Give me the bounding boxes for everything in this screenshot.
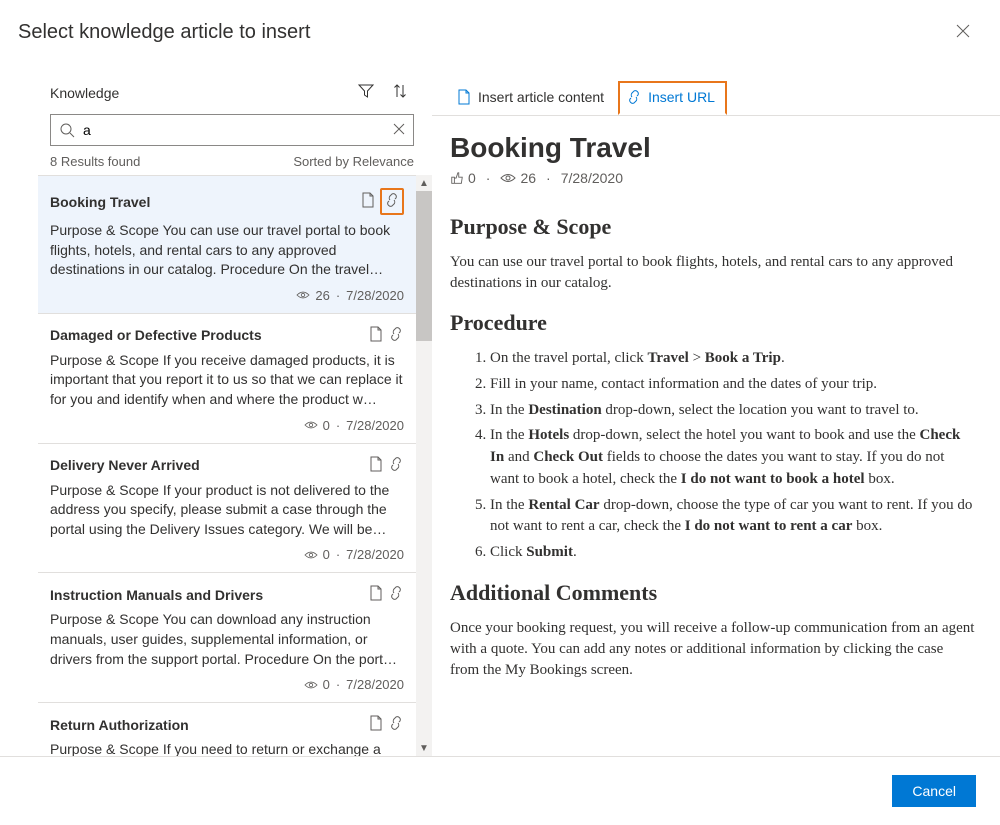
search-input[interactable] bbox=[83, 122, 385, 138]
article-preview: Booking Travel 0 · 26 · 7/28/2020 Purp bbox=[432, 116, 1000, 756]
scrollbar[interactable]: ▲ ▼ bbox=[416, 175, 432, 756]
results-list[interactable]: Booking Travel Purpose & Scope You can u… bbox=[38, 175, 416, 756]
insert-content-icon-button[interactable] bbox=[368, 326, 384, 345]
result-views: 0 bbox=[303, 547, 330, 562]
tab-insert-url[interactable]: Insert URL bbox=[618, 81, 727, 115]
section-purpose-heading: Purpose & Scope bbox=[450, 214, 976, 240]
insert-url-icon-button[interactable] bbox=[380, 188, 404, 215]
knowledge-tools bbox=[356, 81, 410, 104]
results-count: 8 Results found bbox=[50, 154, 140, 169]
preview-date: 7/28/2020 bbox=[561, 170, 623, 186]
filter-button[interactable] bbox=[356, 81, 376, 104]
insert-content-icon-button[interactable] bbox=[368, 715, 384, 734]
result-snippet: Purpose & Scope If your product is not d… bbox=[50, 481, 404, 540]
dialog-footer: Cancel bbox=[0, 757, 1000, 825]
search-icon bbox=[59, 122, 75, 138]
eye-icon bbox=[500, 171, 516, 185]
article-body: Purpose & Scope You can use our travel p… bbox=[450, 214, 976, 681]
insert-content-icon-button[interactable] bbox=[360, 192, 376, 211]
sort-button[interactable] bbox=[390, 81, 410, 104]
knowledge-heading: Knowledge bbox=[50, 85, 119, 101]
result-title: Delivery Never Arrived bbox=[50, 457, 200, 473]
result-snippet: Purpose & Scope You can download any ins… bbox=[50, 610, 404, 669]
procedure-steps: On the travel portal, click Travel > Boo… bbox=[450, 348, 976, 564]
search-box[interactable] bbox=[50, 114, 414, 146]
result-title: Instruction Manuals and Drivers bbox=[50, 587, 263, 603]
result-date: 7/28/2020 bbox=[346, 418, 404, 433]
result-title: Booking Travel bbox=[50, 194, 150, 210]
result-item[interactable]: Damaged or Defective Products Purpose & … bbox=[38, 314, 416, 444]
section-purpose-body: You can use our travel portal to book fl… bbox=[450, 252, 976, 294]
preview-title: Booking Travel bbox=[450, 132, 976, 164]
search-container bbox=[0, 114, 432, 146]
result-views: 0 bbox=[303, 677, 330, 692]
result-item[interactable]: Return Authorization Purpose & Scope If … bbox=[38, 703, 416, 756]
preview-meta: 0 · 26 · 7/28/2020 bbox=[450, 170, 976, 186]
insert-content-icon-button[interactable] bbox=[368, 456, 384, 475]
thumbs-up-icon bbox=[450, 171, 464, 185]
scroll-down-button[interactable]: ▼ bbox=[416, 740, 432, 756]
result-snippet: Purpose & Scope You can use our travel p… bbox=[50, 221, 404, 280]
dialog-title: Select knowledge article to insert bbox=[18, 21, 310, 44]
scroll-up-button[interactable]: ▲ bbox=[416, 175, 432, 191]
result-date: 7/28/2020 bbox=[346, 547, 404, 562]
result-snippet: Purpose & Scope If you receive damaged p… bbox=[50, 351, 404, 410]
procedure-step: In the Destination drop-down, select the… bbox=[490, 400, 976, 422]
procedure-step: In the Hotels drop-down, select the hote… bbox=[490, 425, 976, 490]
result-views: 26 bbox=[295, 288, 329, 303]
tab-insert-content[interactable]: Insert article content bbox=[450, 83, 614, 113]
dialog-header: Select knowledge article to insert bbox=[0, 0, 1000, 57]
dialog-body: Knowledge bbox=[0, 57, 1000, 757]
result-snippet: Purpose & Scope If you need to return or… bbox=[50, 740, 404, 756]
procedure-step: On the travel portal, click Travel > Boo… bbox=[490, 348, 976, 370]
results-list-wrap: Booking Travel Purpose & Scope You can u… bbox=[38, 175, 432, 756]
insert-tabs: Insert article content Insert URL bbox=[432, 57, 1000, 116]
cancel-button[interactable]: Cancel bbox=[892, 775, 976, 807]
insert-url-icon-button[interactable] bbox=[388, 326, 404, 345]
tab-insert-url-label: Insert URL bbox=[648, 89, 715, 105]
section-additional-heading: Additional Comments bbox=[450, 580, 976, 606]
insert-url-icon-button[interactable] bbox=[388, 456, 404, 475]
close-icon bbox=[956, 24, 970, 38]
result-item[interactable]: Instruction Manuals and Drivers Purpose … bbox=[38, 573, 416, 703]
procedure-step: Click Submit. bbox=[490, 542, 976, 564]
result-date: 7/28/2020 bbox=[346, 677, 404, 692]
procedure-step: In the Rental Car drop-down, choose the … bbox=[490, 495, 976, 539]
scroll-thumb[interactable] bbox=[416, 191, 432, 341]
section-procedure-heading: Procedure bbox=[450, 310, 976, 336]
result-title: Return Authorization bbox=[50, 717, 189, 733]
clear-search-button[interactable] bbox=[393, 122, 405, 138]
sorted-by-label: Sorted by Relevance bbox=[293, 154, 414, 169]
close-button[interactable] bbox=[950, 18, 976, 47]
sort-icon bbox=[392, 83, 408, 99]
insert-url-icon-button[interactable] bbox=[388, 585, 404, 604]
insert-content-icon-button[interactable] bbox=[368, 585, 384, 604]
knowledge-header: Knowledge bbox=[0, 81, 432, 104]
knowledge-search-pane: Knowledge bbox=[0, 57, 432, 756]
results-meta: 8 Results found Sorted by Relevance bbox=[0, 154, 432, 169]
section-additional-body: Once your booking request, you will rece… bbox=[450, 618, 976, 681]
result-date: 7/28/2020 bbox=[346, 288, 404, 303]
filter-icon bbox=[358, 83, 374, 99]
result-title: Damaged or Defective Products bbox=[50, 327, 262, 343]
procedure-step: Fill in your name, contact information a… bbox=[490, 374, 976, 396]
article-preview-pane: Insert article content Insert URL Bookin… bbox=[432, 57, 1000, 756]
like-count: 0 bbox=[450, 170, 476, 186]
result-views: 0 bbox=[303, 418, 330, 433]
view-count: 26 bbox=[500, 170, 536, 186]
result-item[interactable]: Booking Travel Purpose & Scope You can u… bbox=[38, 176, 416, 314]
result-item[interactable]: Delivery Never Arrived Purpose & Scope I… bbox=[38, 444, 416, 574]
document-icon bbox=[456, 89, 472, 105]
insert-url-icon-button[interactable] bbox=[388, 715, 404, 734]
tab-insert-content-label: Insert article content bbox=[478, 89, 604, 105]
link-icon bbox=[626, 89, 642, 105]
clear-icon bbox=[393, 123, 405, 135]
knowledge-insert-dialog: Select knowledge article to insert Knowl… bbox=[0, 0, 1000, 825]
